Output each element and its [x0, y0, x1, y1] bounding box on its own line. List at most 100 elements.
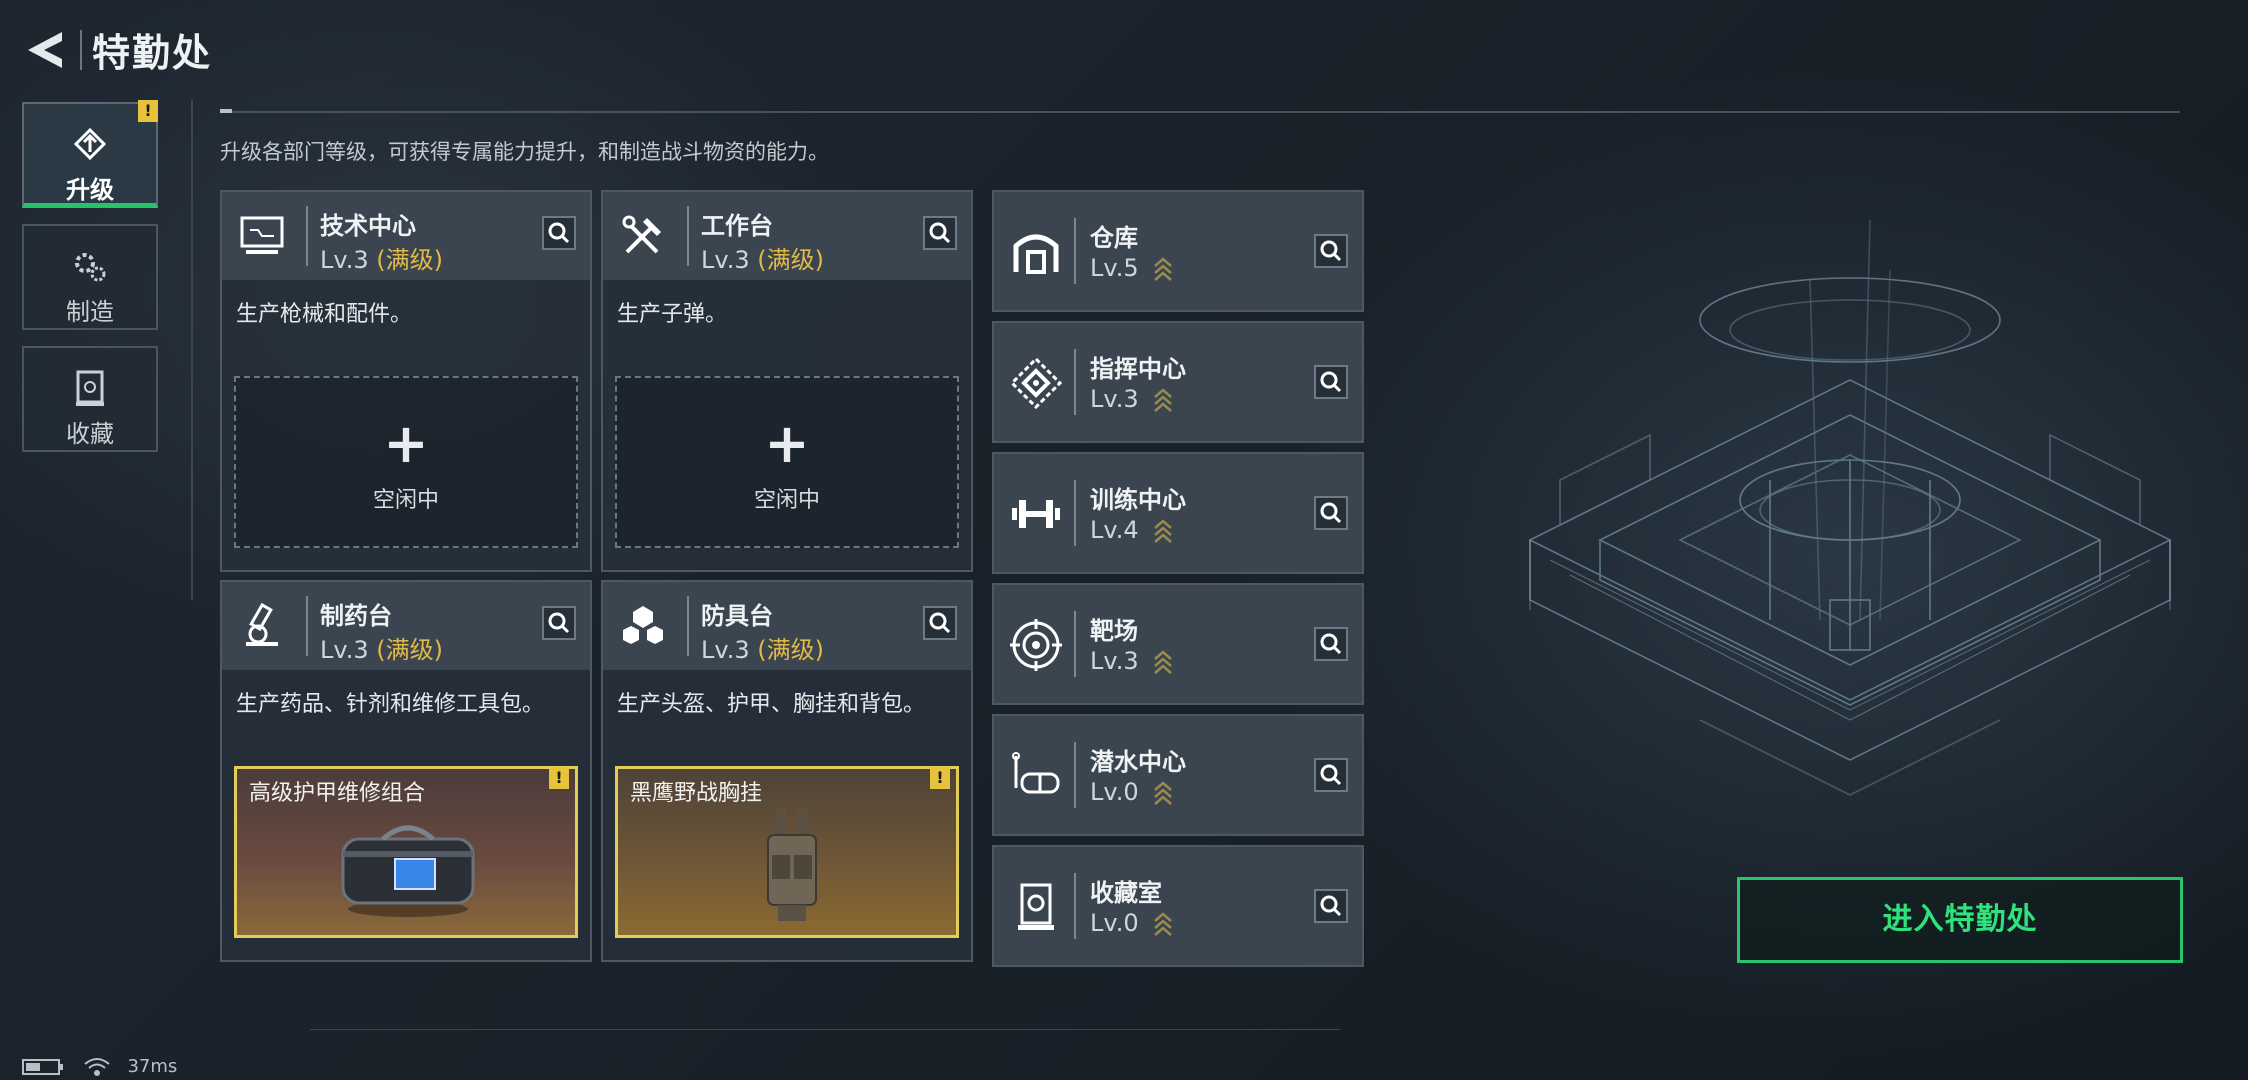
gears-icon [75, 253, 106, 282]
card-header: 防具台 Lv.3 (满级) [603, 582, 971, 670]
command-icon [1009, 356, 1063, 410]
divider [1074, 349, 1076, 415]
production-item[interactable]: 黑鹰野战胸挂 ! [615, 766, 959, 938]
card-workbench: 工作台 Lv.3 (满级) 生产子弹。 + 空闲中 [601, 190, 973, 572]
facility-row[interactable]: 训练中心 Lv.4 [992, 452, 1364, 574]
divider [1074, 611, 1076, 677]
tab-label: 制造 [66, 298, 114, 326]
back-button[interactable] [22, 28, 70, 72]
magnifier-icon [1320, 764, 1342, 786]
facility-level: Lv.4 [1090, 516, 1139, 544]
inspect-button[interactable] [1314, 889, 1348, 923]
facility-level: Lv.5 [1090, 254, 1139, 282]
section-description: 升级各部门等级，可获得专属能力提升，和制造战斗物资的能力。 [220, 140, 829, 164]
upgradable-chevron-icon [1154, 388, 1172, 412]
facility-name: 指挥中心 [1090, 355, 1186, 383]
production-item[interactable]: 高级护甲维修组合 ! [234, 766, 578, 938]
alert-badge: ! [138, 100, 158, 122]
magnifier-icon [1320, 371, 1342, 393]
divider [1074, 742, 1076, 808]
collection-icon [76, 370, 104, 406]
alert-badge: ! [549, 767, 569, 789]
target-icon [1010, 619, 1062, 671]
microscope-icon [246, 602, 278, 646]
inspect-button[interactable] [1314, 365, 1348, 399]
facility-level: Lv.3 (满级) [320, 240, 443, 275]
inspect-button[interactable] [923, 216, 957, 250]
card-header: 技术中心 Lv.3 (满级) [222, 192, 590, 280]
side-divider [191, 100, 193, 600]
inspect-button[interactable] [1314, 758, 1348, 792]
magnifier-icon [1320, 895, 1342, 917]
max-level-label: (满级) [376, 246, 443, 274]
divider [306, 596, 308, 656]
inspect-button[interactable] [1314, 627, 1348, 661]
facility-level: Lv.3 [1090, 385, 1139, 413]
facility-name: 潜水中心 [1090, 748, 1186, 776]
card-tech-center: 技术中心 Lv.3 (满级) 生产枪械和配件。 + 空闲中 [220, 190, 592, 572]
base-wireframe-illustration [1528, 219, 2172, 796]
level-value: Lv.3 [320, 246, 369, 274]
upgradable-chevron-icon [1154, 519, 1172, 543]
magnifier-icon [929, 222, 951, 244]
facility-description: 生产头盔、护甲、胸挂和背包。 [617, 692, 926, 717]
facility-row[interactable]: 指挥中心 Lv.3 [992, 321, 1364, 443]
level-value: Lv.3 [320, 636, 369, 664]
facility-level: Lv.3 (满级) [320, 630, 443, 665]
upgrade-icon [73, 127, 107, 161]
enter-special-ops-button[interactable]: 进入特勤处 [1737, 877, 2183, 963]
facility-row[interactable]: 潜水中心 Lv.0 [992, 714, 1364, 836]
divider [306, 206, 308, 266]
idle-slot[interactable]: + 空闲中 [615, 376, 959, 548]
facility-description: 生产枪械和配件。 [236, 302, 413, 327]
collection-icon [1018, 883, 1054, 930]
facility-description: 生产子弹。 [617, 302, 728, 327]
add-icon: + [383, 412, 429, 475]
back-arrow-icon [28, 32, 62, 68]
facility-level: Lv.3 (满级) [701, 240, 824, 275]
tab-craft[interactable]: 制造 [22, 224, 158, 330]
enter-button-label: 进入特勤处 [1882, 902, 2038, 937]
facility-name: 靶场 [1090, 617, 1138, 645]
facility-row[interactable]: 靶场 Lv.3 [992, 583, 1364, 705]
card-armor-bench: 防具台 Lv.3 (满级) 生产头盔、护甲、胸挂和背包。 黑鹰野战胸挂 ! [601, 580, 973, 962]
diving-mask-icon [1012, 752, 1060, 794]
inspect-button[interactable] [542, 606, 576, 640]
inspect-button[interactable] [1314, 234, 1348, 268]
tab-label: 升级 [66, 176, 114, 204]
inspect-button[interactable] [542, 216, 576, 250]
add-icon: + [764, 412, 810, 475]
max-level-label: (满级) [376, 636, 443, 664]
divider [687, 206, 689, 266]
page-title: 特勤处 [92, 31, 213, 75]
dumbbell-icon [1012, 500, 1060, 528]
facility-level: Lv.3 [1090, 647, 1139, 675]
idle-slot[interactable]: + 空闲中 [234, 376, 578, 548]
facility-level: Lv.0 [1090, 778, 1139, 806]
slot-status: 空闲中 [753, 488, 820, 513]
computer-icon [240, 216, 284, 254]
facility-level: Lv.0 [1090, 909, 1139, 937]
facility-row[interactable]: 收藏室 Lv.0 [992, 845, 1364, 967]
card-pharmacy: 制药台 Lv.3 (满级) 生产药品、针剂和维修工具包。 高级护甲维修组合 ! [220, 580, 592, 962]
inspect-button[interactable] [923, 606, 957, 640]
item-name: 高级护甲维修组合 [249, 781, 426, 806]
battery-icon [22, 1059, 63, 1075]
magnifier-icon [1320, 633, 1342, 655]
tab-collection[interactable]: 收藏 [22, 346, 158, 452]
facility-row[interactable]: 仓库 Lv.5 [992, 190, 1364, 312]
header-divider [80, 30, 82, 70]
facility-name: 防具台 [701, 602, 773, 630]
storage-icon [1013, 234, 1059, 274]
inspect-button[interactable] [1314, 496, 1348, 530]
max-level-label: (满级) [757, 636, 824, 664]
max-level-label: (满级) [757, 246, 824, 274]
wifi-icon [84, 1058, 110, 1076]
facility-description: 生产药品、针剂和维修工具包。 [236, 692, 545, 717]
item-name: 黑鹰野战胸挂 [630, 781, 763, 806]
magnifier-icon [548, 222, 570, 244]
top-divider-marker [220, 109, 232, 113]
divider [687, 596, 689, 656]
upgradable-chevron-icon [1154, 781, 1172, 805]
facility-name: 训练中心 [1090, 486, 1186, 514]
